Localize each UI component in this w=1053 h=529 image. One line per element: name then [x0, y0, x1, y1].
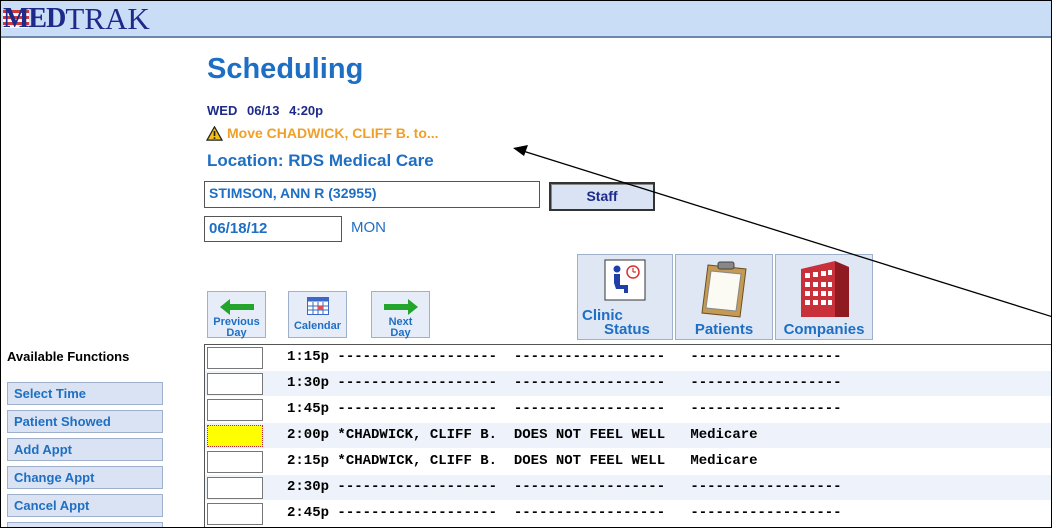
calendar-button[interactable]: Calendar [288, 291, 347, 338]
patient-name: *CHADWICK, CLIFF B. [337, 453, 498, 469]
slot-time: 2:30p [287, 479, 330, 495]
change-appt-button[interactable]: Change Appt [7, 466, 163, 489]
slot-time: 1:15p [287, 349, 330, 365]
patient-name: ------------------- [337, 375, 498, 391]
visit-reason: ------------------ [513, 505, 666, 521]
payer: ------------------ [690, 375, 842, 391]
visit-reason: ------------------ [513, 349, 666, 365]
payer: ------------------ [690, 479, 842, 495]
patient-name: ------------------- [337, 349, 498, 365]
left-arrow-icon [219, 299, 254, 315]
payer: ------------------ [690, 401, 842, 417]
slot-time: 2:00p [287, 427, 330, 443]
slot-time: 2:45p [287, 505, 330, 521]
visit-reason: DOES NOT FEEL WELL [513, 453, 666, 469]
companies-label: Companies [783, 321, 865, 338]
day-of-week-label: MON [351, 219, 386, 236]
previous-day-button[interactable]: Previous Day [207, 291, 266, 339]
row-text: 1:30p ------------------- --------------… [287, 375, 842, 391]
add-appt-button[interactable]: Add Appt [7, 438, 163, 461]
row-text: 2:15p *CHADWICK, CLIFF B. DOES NOT FEEL … [287, 453, 758, 469]
patient-name: ------------------- [337, 479, 498, 495]
next-day-label-2: Day [390, 327, 411, 339]
top-bar: MED TRAK [1, 0, 1051, 38]
schedule-grid: 1:15p ------------------- --------------… [204, 344, 1051, 527]
slot-time: 1:30p [287, 375, 330, 391]
warning-icon [206, 125, 223, 141]
table-row[interactable]: 1:30p ------------------- --------------… [205, 371, 1051, 397]
patient-showed-button[interactable]: Patient Showed [7, 410, 163, 433]
calendar-label: Calendar [293, 320, 342, 332]
move-warning: Move CHADWICK, CLIFF B. to... [206, 125, 439, 141]
clipboard-icon [701, 261, 747, 318]
patient-name: *CHADWICK, CLIFF B. [337, 427, 498, 443]
row-select-box[interactable] [207, 477, 263, 499]
patient-name: ------------------- [337, 505, 498, 521]
page-title: Scheduling [207, 53, 364, 85]
clinic-status-icon [604, 259, 646, 301]
logo-prefix-text: MED [3, 2, 66, 34]
building-icon [801, 261, 849, 317]
table-row[interactable]: 2:45p ------------------- --------------… [205, 501, 1051, 527]
current-date: 06/13 [246, 103, 280, 118]
row-text: 1:15p ------------------- --------------… [287, 349, 842, 365]
table-row[interactable]: 2:15p *CHADWICK, CLIFF B. DOES NOT FEEL … [205, 449, 1051, 475]
row-text: 2:30p ------------------- --------------… [287, 479, 842, 495]
logo-suffix-text: TRAK [65, 0, 150, 36]
row-text: 1:45p ------------------- --------------… [287, 401, 842, 417]
medtrak-logo[interactable]: MED TRAK [3, 0, 150, 36]
row-select-box[interactable] [207, 347, 263, 369]
payer: Medicare [690, 453, 758, 469]
companies-button[interactable]: Companies [775, 254, 873, 340]
visit-reason: ------------------ [513, 375, 666, 391]
row-select-box-selected[interactable] [207, 425, 263, 447]
row-select-box[interactable] [207, 451, 263, 473]
slot-time: 2:15p [287, 453, 330, 469]
visit-reason: ------------------ [513, 479, 666, 495]
visit-reason: ------------------ [513, 401, 666, 417]
patients-button[interactable]: Patients [675, 254, 773, 340]
more-functions-button[interactable] [7, 522, 163, 527]
row-text: 2:00p *CHADWICK, CLIFF B. DOES NOT FEEL … [287, 427, 758, 443]
clinic-status-button[interactable]: Clinic Status [577, 254, 673, 340]
current-datetime: WED 06/13 4:20p [207, 103, 323, 118]
app-window: MED TRAK Scheduling WED 06/13 4:20p Move… [0, 0, 1052, 528]
patients-label: Patients [694, 321, 754, 338]
table-row[interactable]: 1:15p ------------------- --------------… [205, 345, 1051, 371]
table-row[interactable]: 1:45p ------------------- --------------… [205, 397, 1051, 423]
staff-button[interactable]: Staff [549, 182, 655, 211]
payer: Medicare [690, 427, 758, 443]
logo-prefix: MED [3, 2, 66, 35]
next-day-button[interactable]: Next Day [371, 291, 430, 339]
location-label: Location: RDS Medical Care [207, 151, 434, 170]
payer: ------------------ [690, 349, 842, 365]
date-field[interactable]: 06/18/12 [204, 216, 342, 242]
current-day: WED [207, 103, 238, 118]
visit-reason: DOES NOT FEEL WELL [513, 427, 666, 443]
table-row[interactable]: 2:00p *CHADWICK, CLIFF B. DOES NOT FEEL … [205, 423, 1051, 449]
select-time-button[interactable]: Select Time [7, 382, 163, 405]
available-functions-title: Available Functions [7, 349, 130, 364]
cancel-appt-button[interactable]: Cancel Appt [7, 494, 163, 517]
row-select-box[interactable] [207, 373, 263, 395]
warning-text: Move CHADWICK, CLIFF B. to... [227, 125, 439, 141]
right-arrow-icon [383, 299, 418, 315]
staff-field[interactable]: STIMSON, ANN R (32955) [204, 181, 540, 208]
current-time: 4:20p [289, 103, 324, 118]
row-select-box[interactable] [207, 399, 263, 421]
patient-name: ------------------- [337, 401, 498, 417]
calendar-icon [306, 297, 329, 315]
previous-day-label-2: Day [226, 327, 247, 339]
row-select-box[interactable] [207, 503, 263, 525]
payer: ------------------ [690, 505, 842, 521]
clinic-status-label-2: Status [604, 321, 650, 338]
slot-time: 1:45p [287, 401, 330, 417]
row-text: 2:45p ------------------- --------------… [287, 505, 842, 521]
table-row[interactable]: 2:30p ------------------- --------------… [205, 475, 1051, 501]
